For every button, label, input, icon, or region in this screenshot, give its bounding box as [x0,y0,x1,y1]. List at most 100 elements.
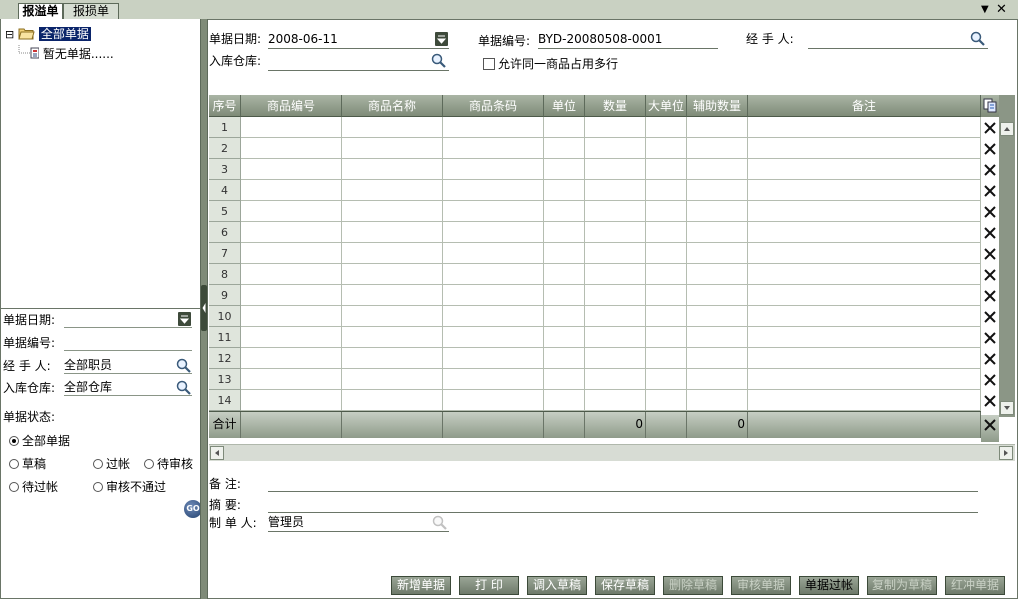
grid-cell[interactable] [646,264,687,285]
grid-cell[interactable] [646,369,687,390]
grid-cell[interactable] [748,306,981,327]
grid-cell[interactable] [687,369,748,390]
grid-cell[interactable] [443,243,544,264]
grid-cell[interactable] [241,327,342,348]
grid-cell[interactable] [646,285,687,306]
grid-cell[interactable] [646,348,687,369]
grid-cell[interactable] [443,180,544,201]
grid-cell[interactable] [646,180,687,201]
grid-cell[interactable] [544,117,585,138]
grid-cell[interactable] [443,201,544,222]
red-reverse-button[interactable]: 红冲单据 [945,576,1005,595]
grid-cell[interactable] [443,222,544,243]
grid-cell[interactable] [687,348,748,369]
scroll-right-icon[interactable] [999,446,1013,460]
grid-cell[interactable] [646,390,687,411]
scroll-down-icon[interactable] [1000,401,1014,415]
summary-field[interactable] [268,496,978,513]
grid-cell[interactable] [748,264,981,285]
grid-cell[interactable] [241,306,342,327]
grid-cell[interactable] [241,285,342,306]
grid-cell[interactable] [748,285,981,306]
print-button[interactable]: 打 印 [459,576,519,595]
grid-cell[interactable] [748,159,981,180]
grid-cell[interactable] [544,306,585,327]
grid-cell[interactable] [748,390,981,411]
allow-multi-checkbox[interactable] [483,58,495,70]
dropdown-icon[interactable] [435,32,448,46]
tree-child[interactable]: 暂无单据...... [17,45,114,61]
grid-cell[interactable] [748,117,981,138]
dropdown-icon[interactable] [178,312,191,326]
grid-cell[interactable] [342,264,443,285]
grid-cell[interactable] [443,327,544,348]
delete-row-icon[interactable] [982,120,998,136]
grid-cell[interactable] [646,117,687,138]
grid-cell[interactable] [687,390,748,411]
grid-cell[interactable] [748,243,981,264]
copy-icon[interactable] [983,97,999,113]
grid-cell[interactable] [342,306,443,327]
delete-row-icon[interactable] [982,141,998,157]
search-icon[interactable] [176,380,192,396]
grid-cell[interactable] [585,201,646,222]
grid-cell[interactable] [585,159,646,180]
grid-cell[interactable] [687,180,748,201]
status-radio-all[interactable]: 全部单据 [9,434,70,448]
grid-cell[interactable] [241,369,342,390]
grid-cell[interactable] [544,222,585,243]
grid-cell[interactable] [342,348,443,369]
delete-row-icon[interactable] [982,204,998,220]
grid-cell[interactable] [241,222,342,243]
grid-cell[interactable] [585,285,646,306]
grid-cell[interactable] [687,243,748,264]
grid-cell[interactable] [748,348,981,369]
grid-cell[interactable] [544,348,585,369]
delete-row-icon[interactable] [982,225,998,241]
grid-cell[interactable] [241,159,342,180]
status-radio-draft[interactable]: 草稿 [9,457,46,471]
grid-cell[interactable] [241,201,342,222]
grid-cell[interactable] [585,348,646,369]
grid-cell[interactable] [241,243,342,264]
new-document-button[interactable]: 新增单据 [391,576,451,595]
grid-cell[interactable] [342,180,443,201]
grid-cell[interactable] [585,264,646,285]
grid-cell[interactable] [342,201,443,222]
grid-cell[interactable] [443,348,544,369]
grid-cell[interactable] [443,264,544,285]
grid-cell[interactable] [585,180,646,201]
review-document-button[interactable]: 审核单据 [731,576,791,595]
grid-cell[interactable] [585,117,646,138]
grid-cell[interactable] [687,222,748,243]
grid-cell[interactable] [687,285,748,306]
grid-cell[interactable] [646,327,687,348]
vertical-scrollbar[interactable] [999,95,1015,417]
filter-handler-field[interactable]: 全部职员 [64,357,192,374]
status-radio-posted[interactable]: 过帐 [93,457,130,471]
tab-loss-report[interactable]: 报损单 [63,3,119,19]
filter-warehouse-field[interactable]: 全部仓库 [64,379,192,396]
grid-cell[interactable] [544,159,585,180]
grid-cell[interactable] [748,201,981,222]
grid-cell[interactable] [687,201,748,222]
grid-cell[interactable] [585,390,646,411]
delete-row-icon[interactable] [982,288,998,304]
grid-cell[interactable] [544,243,585,264]
grid-cell[interactable] [585,243,646,264]
column-header[interactable]: 大单位 [646,95,687,117]
grid-cell[interactable] [687,327,748,348]
grid-cell[interactable] [443,390,544,411]
filter-number-field[interactable] [64,334,192,351]
column-header[interactable]: 辅助数量 [687,95,748,117]
column-header[interactable]: 备注 [748,95,981,117]
grid-cell[interactable] [646,159,687,180]
grid-cell[interactable] [342,327,443,348]
grid-cell[interactable] [544,390,585,411]
grid-cell[interactable] [241,348,342,369]
grid-cell[interactable] [687,306,748,327]
grid-cell[interactable] [687,159,748,180]
collapse-handle-icon[interactable] [201,285,207,331]
column-header[interactable]: 商品名称 [342,95,443,117]
grid-cell[interactable] [342,243,443,264]
